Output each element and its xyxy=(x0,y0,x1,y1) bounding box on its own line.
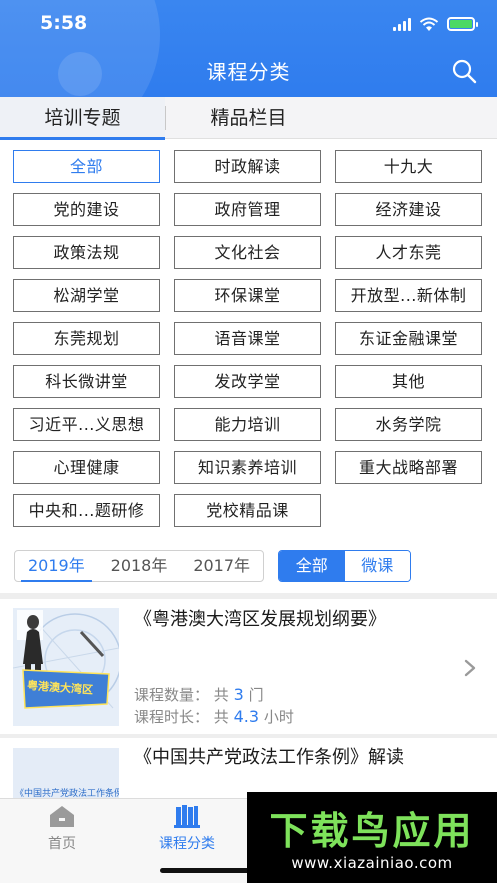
watermark: 下载鸟应用 www.xiazainiao.com xyxy=(247,792,497,883)
nav-course-categories[interactable]: 课程分类 xyxy=(127,799,247,869)
category-button[interactable]: 东证金融课堂 xyxy=(335,322,482,355)
filter-micro-course-button[interactable]: 微课 xyxy=(344,551,410,581)
course-thumbnail: 《中国共产党政法工作条例》解读 xyxy=(13,748,119,798)
year-tab-2017[interactable]: 2017年 xyxy=(180,551,263,581)
app-header: 5:58 课程分类 xyxy=(0,0,497,97)
category-grid: 全部 时政解读 十九大 党的建设 政府管理 经济建设 政策法规 文化社会 人才东… xyxy=(13,150,485,527)
course-title[interactable]: 《粤港澳大湾区发展规划纲要》 xyxy=(134,608,434,632)
year-tab-2019[interactable]: 2019年 xyxy=(15,551,98,582)
category-button[interactable]: 全部 xyxy=(13,150,160,183)
search-icon[interactable] xyxy=(451,58,477,84)
category-button[interactable]: 发改学堂 xyxy=(174,365,321,398)
category-button[interactable]: 文化社会 xyxy=(174,236,321,269)
category-button[interactable]: 水务学院 xyxy=(335,408,482,441)
category-button[interactable]: 环保课堂 xyxy=(174,279,321,312)
category-button[interactable]: 时政解读 xyxy=(174,150,321,183)
course-duration-label: 课程时长： xyxy=(134,708,210,726)
chevron-right-icon[interactable] xyxy=(463,658,477,678)
category-button[interactable]: 政策法规 xyxy=(13,236,160,269)
tab-featured-columns[interactable]: 精品栏目 xyxy=(166,97,331,139)
course-card[interactable]: 《中国共产党政法工作条例》解读 《中国共产党政法工作条例》解读 xyxy=(0,738,497,798)
category-button[interactable]: 语音课堂 xyxy=(174,322,321,355)
category-button[interactable]: 开放型...新体制 xyxy=(335,279,482,312)
watermark-url: www.xiazainiao.com xyxy=(291,854,453,872)
category-button[interactable]: 人才东莞 xyxy=(335,236,482,269)
category-button[interactable]: 十九大 xyxy=(335,150,482,183)
nav-home[interactable]: 首页 xyxy=(2,799,122,869)
filter-all-button[interactable]: 全部 xyxy=(279,551,345,581)
category-button[interactable]: 党校精品课 xyxy=(174,494,321,527)
course-title[interactable]: 《中国共产党政法工作条例》解读 xyxy=(134,746,434,770)
type-toggle: 全部 微课 xyxy=(278,550,411,582)
year-tab-2018[interactable]: 2018年 xyxy=(98,551,181,581)
page-title: 课程分类 xyxy=(206,60,291,84)
course-duration-prefix: 共 xyxy=(213,708,229,726)
status-icons xyxy=(393,14,478,34)
course-card[interactable]: 粤港澳大湾区 《粤港澳大湾区发展规划纲要》 课程数量： 共 3 门 课程时长： … xyxy=(0,600,497,734)
year-tabs: 2019年 2018年 2017年 xyxy=(14,550,264,582)
top-tabs: 培训专题 精品栏目 xyxy=(0,97,497,140)
watermark-logo: 下载鸟应用 xyxy=(269,809,475,853)
course-count-label: 课程数量： xyxy=(134,686,210,704)
category-button[interactable]: 重大战略部署 xyxy=(335,451,482,484)
category-button[interactable]: 中央和...题研修 xyxy=(13,494,160,527)
status-time: 5:58 xyxy=(40,12,88,34)
category-button[interactable]: 其他 xyxy=(335,365,482,398)
books-icon xyxy=(174,805,200,828)
course-duration: 课程时长： 共 4.3 小时 xyxy=(134,706,294,727)
category-button[interactable]: 东莞规划 xyxy=(13,322,160,355)
course-count: 课程数量： 共 3 门 xyxy=(134,684,264,705)
wifi-icon xyxy=(419,17,439,31)
course-thumbnail: 粤港澳大湾区 xyxy=(13,608,119,726)
battery-icon xyxy=(447,17,478,31)
nav-home-label: 首页 xyxy=(48,836,76,852)
category-button[interactable]: 能力培训 xyxy=(174,408,321,441)
course-count-prefix: 共 xyxy=(213,686,229,704)
category-button[interactable]: 政府管理 xyxy=(174,193,321,226)
tab-training-topics[interactable]: 培训专题 xyxy=(0,97,165,140)
course-duration-unit: 小时 xyxy=(263,708,294,726)
category-button[interactable]: 松湖学堂 xyxy=(13,279,160,312)
category-button[interactable]: 党的建设 xyxy=(13,193,160,226)
category-button[interactable]: 科长微讲堂 xyxy=(13,365,160,398)
category-button[interactable]: 知识素养培训 xyxy=(174,451,321,484)
thumbnail-caption: 《中国共产党政法工作条例》解读 xyxy=(15,789,119,798)
home-indicator[interactable] xyxy=(160,868,250,873)
home-icon xyxy=(50,806,74,827)
nav-categories-label: 课程分类 xyxy=(159,836,215,852)
category-button[interactable]: 心理健康 xyxy=(13,451,160,484)
category-button[interactable]: 经济建设 xyxy=(335,193,482,226)
course-duration-value: 4.3 xyxy=(233,707,260,726)
course-count-value: 3 xyxy=(233,685,244,704)
signal-icon xyxy=(393,17,411,31)
section-divider xyxy=(0,593,497,599)
category-button[interactable]: 习近平...义思想 xyxy=(13,408,160,441)
course-count-unit: 门 xyxy=(248,686,264,704)
